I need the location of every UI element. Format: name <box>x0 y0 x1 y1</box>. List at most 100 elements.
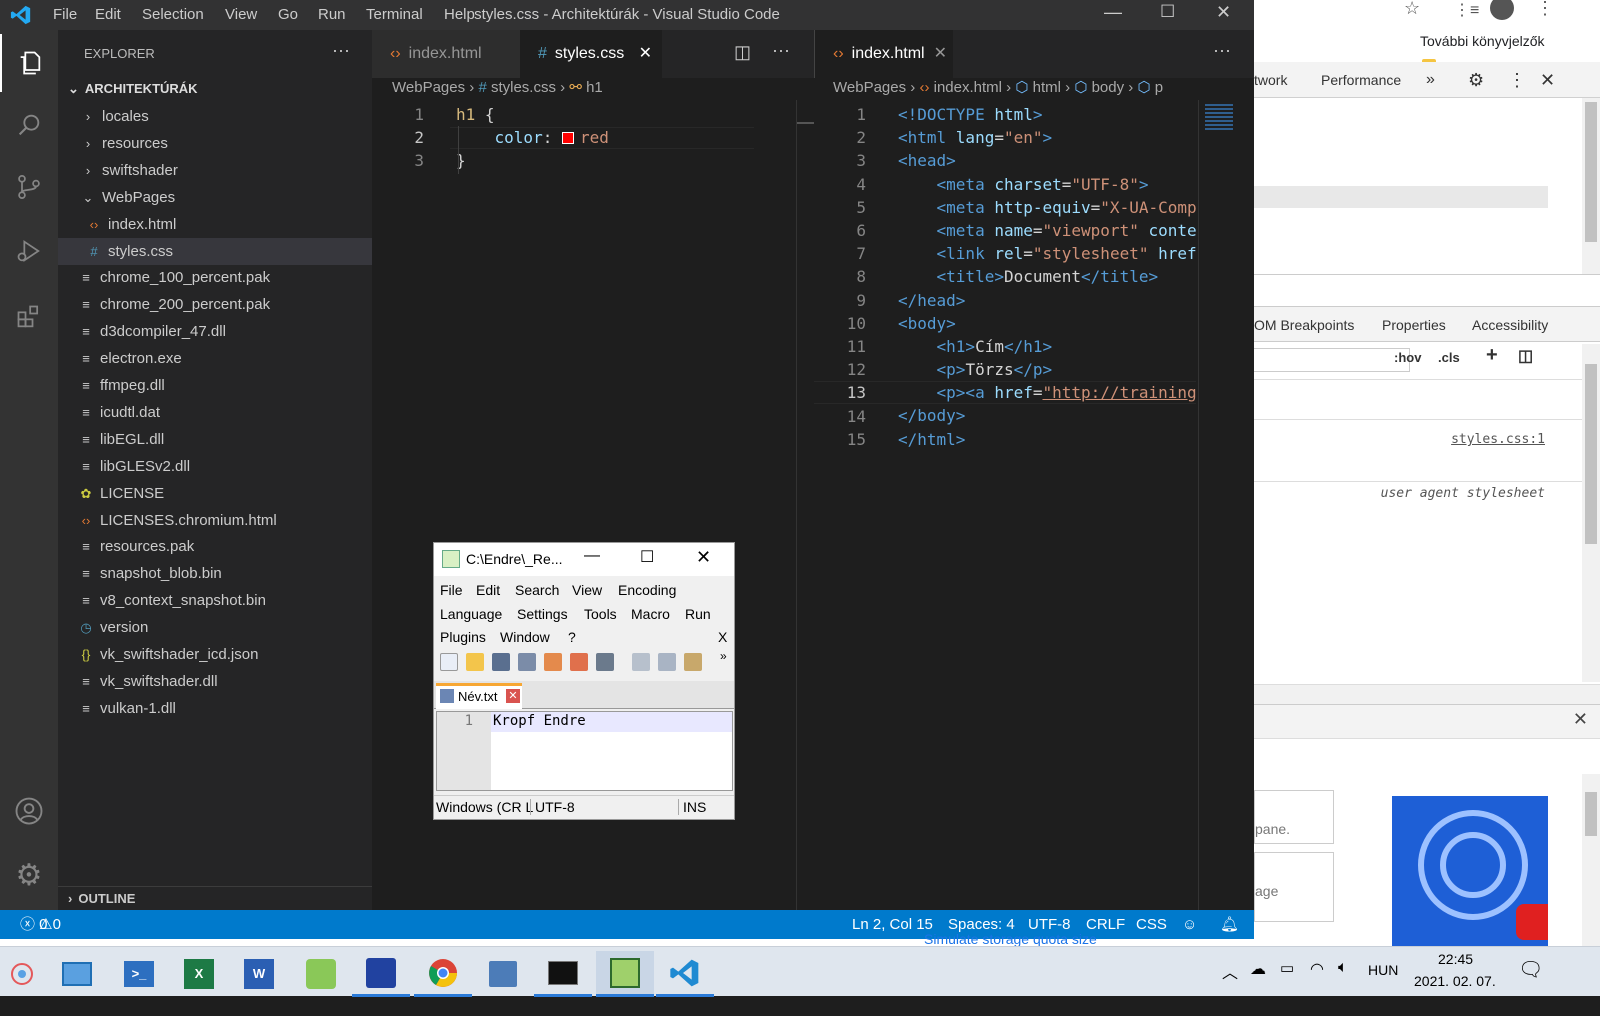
action-center-icon[interactable]: 🗨︎ <box>1518 957 1543 982</box>
npp-menu-run[interactable]: Run <box>685 606 711 622</box>
source-control-icon[interactable] <box>0 158 58 216</box>
crumb-body[interactable]: body <box>1092 79 1125 96</box>
tree-item-ffmpeg-dll[interactable]: ≡ ffmpeg.dll <box>58 372 372 399</box>
settings-gear-icon[interactable]: ⚙ <box>0 846 58 904</box>
save-icon[interactable] <box>492 653 510 671</box>
menu-view[interactable]: View <box>225 6 257 23</box>
close-all-icon[interactable] <box>570 653 588 671</box>
tree-item-snapshot-blob-bin[interactable]: ≡ snapshot_blob.bin <box>58 560 372 587</box>
new-rule-icon[interactable]: + <box>1486 344 1498 367</box>
tree-item-version[interactable]: ◷ version <box>58 614 372 641</box>
print-icon[interactable] <box>596 653 614 671</box>
new-file-icon[interactable] <box>440 653 458 671</box>
tree-item-licenses-chromium-html[interactable]: ‹› LICENSES.chromium.html <box>58 507 372 534</box>
tab-close-icon[interactable]: ✕ <box>934 30 947 78</box>
network-app-icon[interactable] <box>474 951 532 997</box>
other-bookmarks-link[interactable]: További könyvjelzők <box>1420 33 1545 49</box>
tree-item-license[interactable]: ✿ LICENSE <box>58 480 372 507</box>
extensions-icon[interactable] <box>0 288 58 346</box>
editor-more-icon[interactable]: ··· <box>1213 40 1231 61</box>
volume-icon[interactable]: 🔈︎ <box>1338 959 1348 977</box>
style-source-link[interactable]: styles.css:1 <box>1451 432 1545 447</box>
tree-item-libegl-dll[interactable]: ≡ libEGL.dll <box>58 426 372 453</box>
accounts-icon[interactable] <box>0 782 58 840</box>
npp-maximize-icon[interactable]: ☐ <box>640 547 654 567</box>
tree-item-libglesv2-dll[interactable]: ≡ libGLESv2.dll <box>58 453 372 480</box>
crumb-folder[interactable]: WebPages <box>392 79 465 96</box>
horizontal-scrollbar[interactable] <box>1254 684 1600 704</box>
save-all-icon[interactable] <box>518 653 536 671</box>
tree-item-styles-css[interactable]: # styles.css <box>58 237 372 265</box>
drawer-close-icon[interactable]: ✕ <box>1573 709 1588 730</box>
tab-properties[interactable]: Properties <box>1382 307 1446 343</box>
clock-time[interactable]: 22:45 <box>1438 951 1473 967</box>
npp-tab-close-icon[interactable]: ✕ <box>506 689 520 703</box>
crumb-file[interactable]: index.html <box>934 79 1002 96</box>
powershell-app-icon[interactable]: >_ <box>110 951 168 997</box>
npp-close-icon[interactable]: ✕ <box>696 547 711 568</box>
devtools-close-icon[interactable]: ✕ <box>1540 62 1555 98</box>
more-tabs-icon[interactable]: » <box>1426 62 1435 98</box>
wifi-icon[interactable]: ◠ <box>1310 959 1324 979</box>
split-editor-icon[interactable]: ◫ <box>734 42 751 63</box>
npp-menu-window[interactable]: Window <box>500 629 550 645</box>
menu-run[interactable]: Run <box>318 6 346 23</box>
tree-item-chrome-200-percent-pak[interactable]: ≡ chrome_200_percent.pak <box>58 291 372 318</box>
styles-scrollbar[interactable] <box>1582 344 1600 682</box>
crumb-p[interactable]: p <box>1155 79 1163 96</box>
tree-item-resources-pak[interactable]: ≡ resources.pak <box>58 533 372 560</box>
dom-selected-row[interactable] <box>1254 186 1548 208</box>
paste-icon[interactable] <box>684 653 702 671</box>
tree-item-swiftshader[interactable]: › swiftshader <box>58 157 372 184</box>
npp-editor[interactable]: 1 Kropf Endre <box>436 711 733 791</box>
feedback-icon[interactable]: ☺ <box>1182 910 1197 939</box>
menu-go[interactable]: Go <box>278 6 298 23</box>
npp-menu-file[interactable]: File <box>440 582 463 598</box>
tree-item-d3dcompiler-47-dll[interactable]: ≡ d3dcompiler_47.dll <box>58 318 372 345</box>
dom-scrollbar[interactable] <box>1582 98 1600 274</box>
copy-icon[interactable] <box>658 653 676 671</box>
left-code-area[interactable]: h1 { color: red} <box>456 103 609 173</box>
menu-selection[interactable]: Selection <box>142 6 204 23</box>
tab-index-html[interactable]: ‹› index.html <box>372 30 520 78</box>
devtools-tab-network[interactable]: twork <box>1254 62 1287 98</box>
tree-item-index-html[interactable]: ‹› index.html <box>58 211 372 238</box>
devtools-menu-icon[interactable]: ⋮ <box>1508 62 1526 98</box>
gadget-app-icon[interactable] <box>292 951 350 997</box>
cls-toggle[interactable]: .cls <box>1438 350 1460 365</box>
npp-menu-view[interactable]: View <box>572 582 602 598</box>
left-scrollbar[interactable] <box>796 100 814 910</box>
maximize-icon[interactable]: ☐ <box>1160 2 1175 22</box>
simulate-storage-link[interactable]: Simulate storage quota size <box>924 931 1097 947</box>
toolbar-overflow-icon[interactable]: » <box>720 649 727 663</box>
tree-item-v8-context-snapshot-bin[interactable]: ≡ v8_context_snapshot.bin <box>58 587 372 614</box>
minimap[interactable] <box>1198 100 1240 910</box>
crumb-folder[interactable]: WebPages <box>833 79 906 96</box>
devtools-settings-icon[interactable]: ⚙ <box>1468 62 1484 98</box>
excel-app-icon[interactable]: X <box>170 951 228 997</box>
minimize-icon[interactable]: — <box>1104 2 1122 23</box>
crumb-symbol[interactable]: h1 <box>586 79 603 96</box>
chrome-app-icon[interactable] <box>414 951 472 997</box>
editor-more-icon[interactable]: ··· <box>772 40 790 61</box>
npp-tab-nev-txt[interactable]: Név.txt ✕ <box>436 683 522 709</box>
npp-minimize-icon[interactable]: — <box>584 547 600 565</box>
vscode-app-icon[interactable] <box>656 951 714 997</box>
tree-item-locales[interactable]: › locales <box>58 103 372 130</box>
tree-item-vk-swiftshader-icd-json[interactable]: {} vk_swiftshader_icd.json <box>58 641 372 668</box>
word-app-icon[interactable]: W <box>230 951 288 997</box>
start-menu-icon[interactable] <box>0 951 44 997</box>
npp-menu-settings[interactable]: Settings <box>517 606 568 622</box>
cursor-position[interactable]: Ln 2, Col 15 <box>852 910 933 939</box>
search-icon[interactable] <box>0 96 58 154</box>
npp-menu-encoding[interactable]: Encoding <box>618 582 676 598</box>
language-mode[interactable]: CSS <box>1136 910 1167 939</box>
menu-file[interactable]: File <box>53 6 77 23</box>
devtools-tab-performance[interactable]: Performance <box>1321 62 1401 98</box>
close-file-icon[interactable] <box>544 653 562 671</box>
project-folder[interactable]: ⌄ ARCHITEKTÚRÁK <box>58 78 372 100</box>
open-file-icon[interactable] <box>466 653 484 671</box>
crumb-html[interactable]: html <box>1033 79 1061 96</box>
notifications-bell-icon[interactable]: 🔔︎ <box>1220 910 1239 939</box>
explorer-more-icon[interactable]: ··· <box>332 40 350 61</box>
